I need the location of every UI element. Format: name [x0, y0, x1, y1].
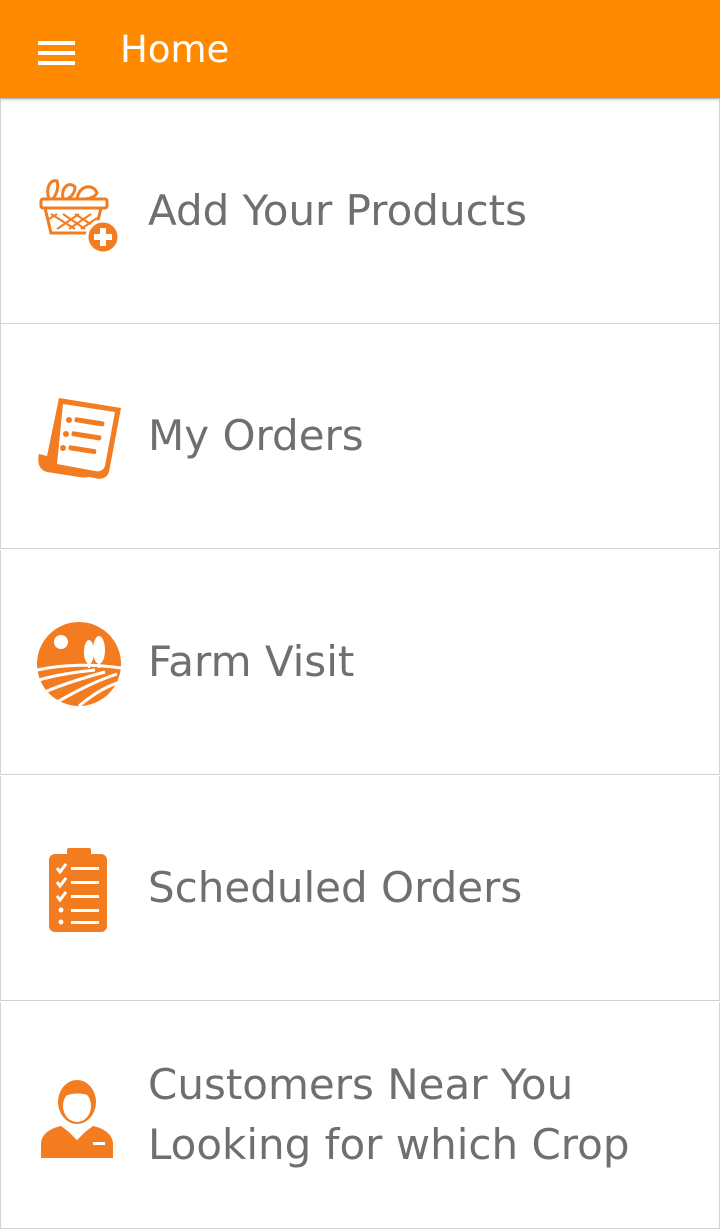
menu-item-my-orders[interactable]: My Orders	[0, 324, 720, 549]
menu-item-label: Scheduled Orders	[148, 863, 523, 912]
menu-item-label: My Orders	[148, 411, 364, 460]
menu-item-label: Farm Visit	[148, 637, 355, 686]
customer-person-icon	[35, 1072, 123, 1160]
menu-item-farm-visit[interactable]: Farm Visit	[0, 550, 720, 775]
menu-item-scheduled-orders[interactable]: Scheduled Orders	[0, 776, 720, 1001]
hamburger-menu-icon[interactable]	[24, 26, 88, 78]
receipt-scroll-icon	[35, 394, 123, 482]
menu-item-label: Customers Near You Looking for which Cro…	[148, 1055, 630, 1175]
page-title: Home	[120, 28, 230, 71]
menu-item-label-line2: Looking for which Crop	[148, 1120, 630, 1169]
app-bar: Home	[0, 0, 720, 98]
farm-landscape-icon	[35, 620, 123, 708]
basket-add-icon	[35, 169, 123, 257]
menu-item-label-line1: Customers Near You	[148, 1060, 574, 1109]
menu-item-label: Add Your Products	[148, 186, 528, 235]
clipboard-checklist-icon	[35, 846, 123, 934]
menu-item-customers-near-you[interactable]: Customers Near You Looking for which Cro…	[0, 1002, 720, 1229]
menu-item-add-products[interactable]: Add Your Products	[0, 98, 720, 324]
